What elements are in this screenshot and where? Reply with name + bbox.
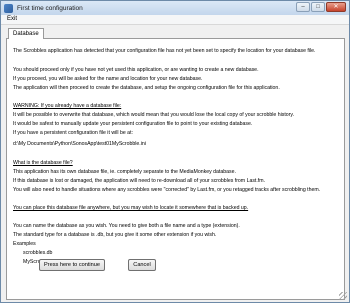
- warning-text-3: If you have a persistent configuration f…: [13, 130, 133, 136]
- menu-exit[interactable]: Exit: [7, 16, 17, 22]
- db-text-2: If this database is lost or damaged, the…: [13, 178, 266, 184]
- db-heading: What is the database file?: [13, 160, 73, 166]
- minimize-icon[interactable]: –: [296, 2, 310, 12]
- examples-label: Examples: [13, 241, 36, 247]
- dialog-window: First time configuration – □ ✕ Exit Data…: [0, 0, 350, 303]
- close-icon[interactable]: ✕: [326, 2, 346, 12]
- resize-grip-icon[interactable]: [339, 292, 347, 300]
- example-item: scrobbles.db: [23, 250, 53, 256]
- warning-heading: WARNING: If you already have a database …: [13, 103, 122, 109]
- db-text-3: You will also need to handle situations …: [13, 187, 321, 193]
- warning-text-1: It will be possible to overwrite that da…: [13, 112, 295, 118]
- proceed-text-2: If you proceed, you will be asked for th…: [13, 76, 203, 82]
- name-text-1: You can name the database as you wish. Y…: [13, 223, 240, 229]
- window-controls: – □ ✕: [296, 2, 346, 12]
- menu-bar: Exit: [1, 15, 349, 25]
- config-path: d:\My Documents\Python\SonosApp\test01My…: [13, 141, 146, 147]
- intro-text: The Scrobbles application has detected t…: [13, 48, 316, 54]
- continue-button[interactable]: Press here to continue: [39, 259, 105, 271]
- name-text-2: The standard type for a database is .db,…: [13, 232, 217, 238]
- db-text-1: This application has its own database fi…: [13, 169, 236, 175]
- app-icon: [4, 3, 13, 13]
- proceed-text-3: The application will then proceed to cre…: [13, 85, 280, 91]
- title-bar[interactable]: First time configuration – □ ✕: [1, 1, 349, 15]
- window-title: First time configuration: [17, 4, 83, 12]
- proceed-text-1: You should proceed only if you have not …: [13, 67, 259, 73]
- tab-database[interactable]: Database: [8, 28, 44, 39]
- place-heading: You can place this database file anywher…: [13, 205, 249, 211]
- warning-text-2: It would be safest to manually update yo…: [13, 121, 253, 127]
- cancel-button[interactable]: Cancel: [128, 259, 156, 271]
- maximize-icon[interactable]: □: [311, 2, 325, 12]
